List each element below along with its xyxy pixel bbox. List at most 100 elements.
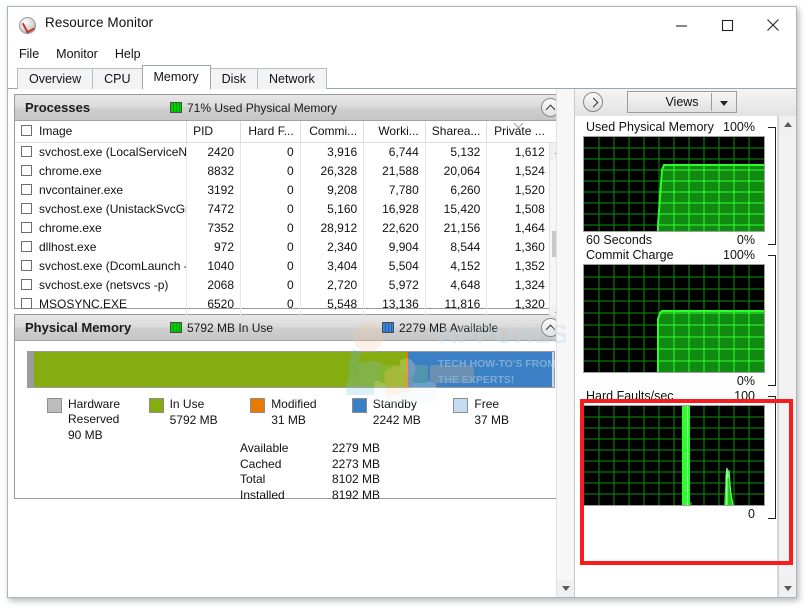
graph-3-scale-bracket: [767, 396, 776, 519]
cell-pid: 6520: [187, 295, 242, 314]
cell-private: 1,352: [514, 259, 545, 273]
menu-help[interactable]: Help: [115, 46, 150, 62]
cell-working: 7,780: [364, 181, 426, 200]
graph-scroll-down-button[interactable]: [779, 580, 796, 597]
cell-image: chrome.exe: [15, 219, 188, 238]
table-header-row: Image PID Hard F... Commi... Worki... Sh…: [15, 121, 567, 143]
row-checkbox[interactable]: [21, 203, 32, 214]
left-pane-scrollbar[interactable]: [556, 89, 574, 597]
maximize-button[interactable]: [704, 7, 750, 43]
chevron-right-icon[interactable]: [583, 92, 603, 112]
memory-segment-free: [551, 352, 554, 387]
physical-memory-title: Physical Memory: [25, 320, 132, 335]
table-row[interactable]: svchost.exe (UnistackSvcGro...747205,160…: [15, 200, 567, 219]
graph-3-max-label: 100: [734, 389, 755, 403]
column-header-working-set[interactable]: Worki...: [364, 121, 426, 142]
legend-item-modified: Modified 31 MB: [250, 397, 352, 443]
row-checkbox[interactable]: [21, 146, 32, 157]
legend-text: In Use 5792 MB: [169, 397, 218, 427]
row-checkbox[interactable]: [21, 279, 32, 290]
column-header-shareable[interactable]: Sharea...: [426, 121, 488, 142]
column-header-pid[interactable]: PID: [187, 121, 242, 142]
cell-commit: 26,328: [301, 162, 365, 181]
memory-segment-standby: [408, 352, 552, 387]
column-header-image[interactable]: Image: [15, 121, 188, 142]
physical-memory-group: Physical Memory 5792 MB In Use 2279 MB A…: [14, 314, 568, 502]
cell-image: svchost.exe (netsvcs -p): [15, 276, 188, 295]
views-button[interactable]: Views: [627, 91, 737, 113]
menu-file[interactable]: File: [19, 46, 48, 62]
column-header-hard-faults[interactable]: Hard F...: [241, 121, 301, 142]
close-button[interactable]: [750, 7, 796, 43]
table-row[interactable]: svchost.exe (LocalServiceNet...242003,91…: [15, 143, 567, 162]
legend-swatch-icon: [351, 398, 367, 413]
graph-pane-scrollbar[interactable]: [778, 116, 796, 597]
cell-working: 9,904: [364, 238, 426, 257]
processes-header[interactable]: Processes 71% Used Physical Memory: [15, 95, 567, 121]
cell-working: 5,972: [364, 276, 426, 295]
cell-private: 1,324: [514, 278, 545, 292]
cell-image: svchost.exe (DcomLaunch -p): [15, 257, 188, 276]
table-row[interactable]: svchost.exe (DcomLaunch -p) 1040 0 3,404 5,5…: [15, 257, 567, 276]
graph-1-scale-bracket: [767, 127, 776, 245]
cell-pid: 3192: [187, 181, 242, 200]
cell-private: 1,320: [514, 297, 545, 311]
memory-stats: Available 2279 MB Cached 2273 MB Total 8102 M…: [240, 441, 380, 503]
tab-cpu[interactable]: CPU: [92, 68, 143, 89]
table-row[interactable]: svchost.exe (netsvcs -p) 2068 0 2,720 5,972 4…: [15, 276, 567, 295]
cell-image-text: svchost.exe (DcomLaunch -p): [39, 259, 188, 273]
column-header-commit[interactable]: Commi...: [301, 121, 365, 142]
tab-memory[interactable]: Memory: [141, 65, 211, 89]
tab-network[interactable]: Network: [256, 68, 327, 89]
cell-image-text: MSOSYNC.EXE: [39, 297, 128, 311]
menu-bar: File Monitor Help: [8, 43, 796, 65]
cell-working: 16,928: [364, 200, 426, 219]
tab-overview[interactable]: Overview: [17, 68, 94, 89]
row-checkbox[interactable]: [21, 222, 32, 233]
table-row[interactable]: MSOSYNC.EXE 6520 0 5,548 13,136 11,816 1,320: [15, 295, 567, 314]
row-checkbox[interactable]: [21, 165, 32, 176]
graph-2-max-label: 100%: [723, 248, 755, 262]
physical-memory-header[interactable]: Physical Memory 5792 MB In Use 2279 MB A…: [15, 315, 567, 341]
cell-shareable: 5,132: [426, 143, 488, 162]
select-all-checkbox[interactable]: [21, 125, 32, 136]
green-swatch-icon: [170, 322, 182, 333]
cell-working: 5,504: [364, 257, 426, 276]
cell-image-text: nvcontainer.exe: [39, 183, 124, 197]
cell-image-text: dllhost.exe: [39, 240, 97, 254]
cell-hard: 0: [241, 238, 301, 257]
cell-hard: 0: [241, 162, 301, 181]
cell-hard: 0: [241, 181, 301, 200]
sort-descending-icon: [514, 121, 524, 126]
cell-working: 22,620: [364, 219, 426, 238]
cell-pid: 2420: [187, 143, 242, 162]
cell-private: 1,360: [514, 240, 545, 254]
cell-hard: 0: [241, 295, 301, 314]
stat-row-available: Available 2279 MB: [240, 441, 380, 457]
cell-commit: 5,160: [301, 200, 365, 219]
table-row[interactable]: chrome.exe 8832 0 26,328 21,588 20,064 1,524: [15, 162, 567, 181]
row-checkbox[interactable]: [21, 184, 32, 195]
graph-scroll-up-button[interactable]: [779, 116, 796, 133]
in-use-label: 5792 MB In Use: [187, 321, 274, 335]
row-checkbox[interactable]: [21, 241, 32, 252]
cell-pid: 8832: [187, 162, 242, 181]
cell-commit: 28,912: [301, 219, 365, 238]
menu-monitor[interactable]: Monitor: [56, 46, 107, 62]
graph-pane: Views Used Physical Memory 100% 60 Secon…: [575, 89, 796, 597]
table-row[interactable]: nvcontainer.exe 3192 0 9,208 7,780 6,260 1,520: [15, 181, 567, 200]
cell-shareable: 11,816: [426, 295, 488, 314]
cell-pid: 1040: [187, 257, 242, 276]
table-row[interactable]: chrome.exe 7352 0 28,912 22,620 21,156 1,464: [15, 219, 567, 238]
row-checkbox[interactable]: [21, 298, 32, 309]
row-checkbox[interactable]: [21, 260, 32, 271]
tab-disk[interactable]: Disk: [209, 68, 258, 89]
cell-image: nvcontainer.exe: [15, 181, 188, 200]
legend-item-standby: Standby 2242 MB: [351, 397, 454, 443]
minimize-button[interactable]: [658, 7, 704, 43]
legend-swatch-icon: [453, 398, 469, 413]
cell-hard: 0: [241, 219, 301, 238]
left-scroll-down-button[interactable]: [557, 580, 574, 597]
table-row[interactable]: dllhost.exe 972 0 2,340 9,904 8,544 1,360: [15, 238, 567, 257]
column-header-private[interactable]: Private ...: [487, 121, 550, 142]
